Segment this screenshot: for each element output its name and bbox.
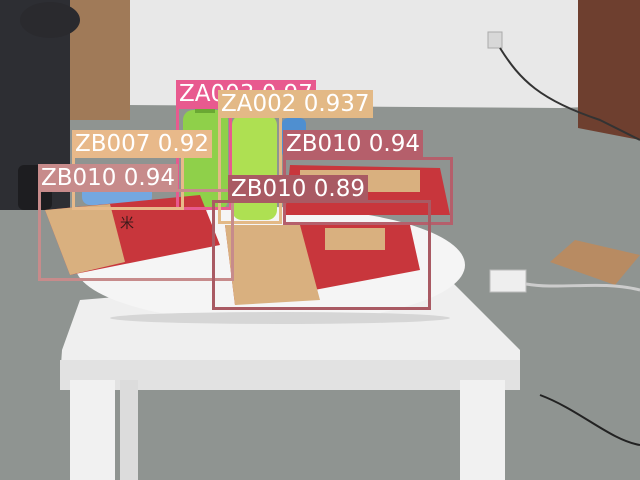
wall-outlet [487,31,503,49]
detection-label-zb010-right: ZB010 0.94 [283,130,423,158]
photo-scene: 米 ZA003 0.97 ZA002 0.937 ZB007 0.92 ZB01… [0,0,640,480]
power-strip [489,269,527,293]
detection-label-zb010-left: ZB010 0.94 [38,164,178,192]
detection-label-za002: ZA002 0.937 [218,90,373,118]
detection-label-zb007: ZB007 0.92 [72,130,212,158]
detection-box-zb010-left [38,189,234,281]
detection-label-zb010-center: ZB010 0.89 [228,175,368,203]
cabinet [578,0,640,140]
detection-box-zb010-center [212,200,431,310]
